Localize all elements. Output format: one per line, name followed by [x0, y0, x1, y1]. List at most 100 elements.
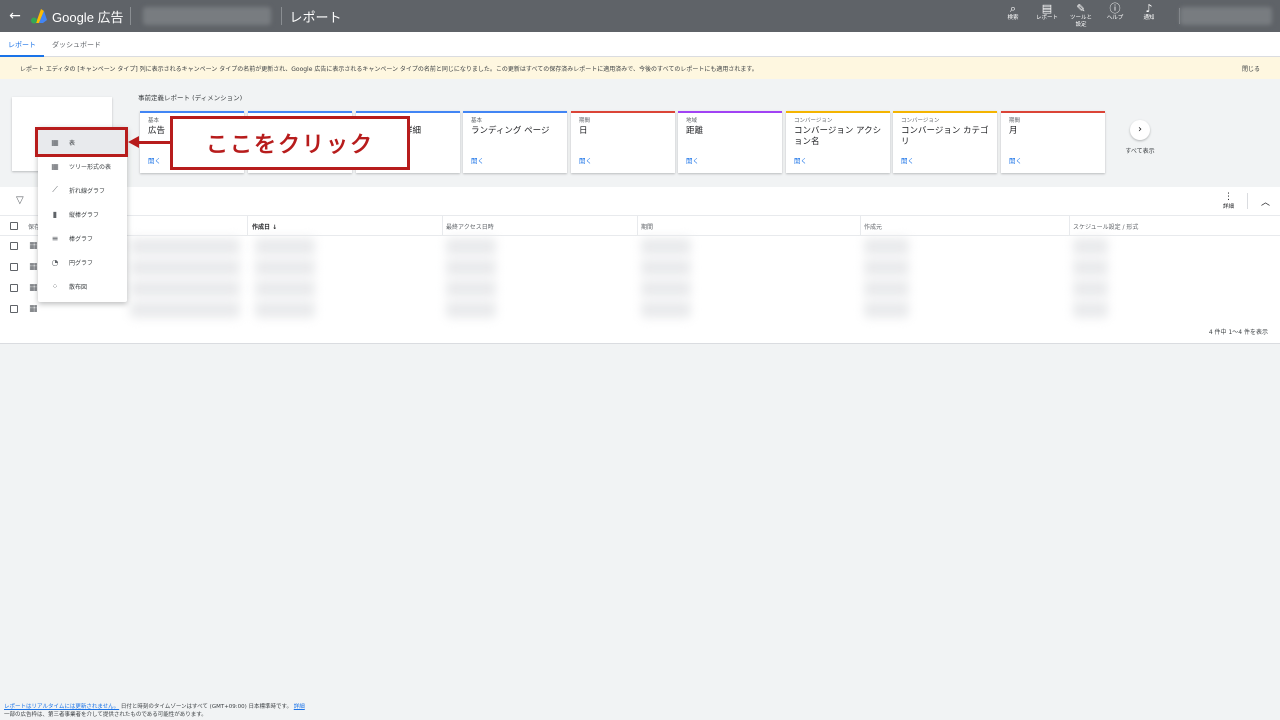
open-link[interactable]: 開く — [686, 155, 699, 165]
column-header[interactable]: スケジュール設定 / 形式 — [1073, 222, 1138, 231]
column-header[interactable]: 最終アクセス日時 — [446, 222, 494, 231]
open-link[interactable]: 開く — [794, 155, 807, 165]
bar-chart-icon: ≡ — [51, 233, 59, 243]
redacted-cell — [446, 259, 496, 276]
redacted-cell — [641, 301, 691, 318]
column-divider — [1069, 216, 1070, 236]
column-header[interactable]: 期間 — [641, 222, 653, 231]
redacted-cell — [255, 301, 315, 318]
brand-name: Google 広告 — [52, 9, 124, 25]
menu-item-column-chart[interactable]: ▮ 縦棒グラフ — [38, 202, 127, 226]
menu-item-label: 縦棒グラフ — [69, 211, 100, 219]
menu-item-line-chart[interactable]: ⟋ 折れ線グラフ — [38, 178, 127, 202]
report-card[interactable]: 地域 距離 開く — [678, 111, 782, 173]
divider — [1247, 193, 1248, 209]
search-button[interactable]: ⌕ 検索 — [996, 2, 1030, 29]
notifications-button[interactable]: ♪ 通知 — [1132, 2, 1166, 29]
menu-item-pie-chart[interactable]: ◔ 円グラフ — [38, 250, 127, 274]
menu-item-tree-table[interactable]: ▦ ツリー形式の表 — [38, 154, 127, 178]
redacted-cell — [641, 259, 691, 276]
table-row[interactable]: ▦ — [0, 236, 1280, 257]
redacted-cell — [864, 238, 909, 255]
menu-item-label: 棒グラフ — [69, 235, 94, 243]
table-row[interactable]: ▦ — [0, 299, 1280, 320]
table-icon: ▦ — [29, 283, 38, 293]
google-ads-logo-icon — [31, 9, 47, 24]
column-header-label: 作成日 — [252, 224, 271, 231]
account-menu-redacted[interactable] — [1180, 7, 1272, 25]
redacted-cell — [1073, 238, 1108, 255]
scatter-chart-icon: ⁘ — [51, 281, 59, 291]
search-icon: ⌕ — [1009, 2, 1017, 15]
tools-button[interactable]: ✎ ツールと 設定 — [1064, 2, 1098, 29]
tab-reports[interactable]: レポート — [0, 32, 44, 57]
redacted-cell — [1073, 280, 1108, 297]
menu-item-scatter-chart[interactable]: ⁘ 散布図 — [38, 274, 127, 298]
bell-icon: ♪ — [1145, 2, 1153, 15]
tab-bar: レポート ダッシュボード — [0, 32, 1280, 57]
annotation-highlight-box — [35, 127, 128, 157]
open-link[interactable]: 開く — [901, 155, 914, 165]
redacted-cell — [130, 301, 240, 318]
details-link[interactable]: 詳細 — [294, 704, 305, 710]
report-card[interactable]: 期間 月 開く — [1001, 111, 1105, 173]
chevron-up-icon[interactable]: ︿ — [1261, 195, 1270, 208]
filter-icon[interactable]: ▽ — [16, 195, 24, 206]
section-title: 事前定義レポート (ディメンション) — [138, 94, 243, 102]
table-icon: ▦ — [29, 304, 38, 314]
account-name-redacted[interactable] — [142, 7, 271, 25]
open-link[interactable]: 開く — [471, 155, 484, 165]
menu-item-bar-chart[interactable]: ≡ 棒グラフ — [38, 226, 127, 250]
open-link[interactable]: 開く — [1009, 155, 1022, 165]
column-chart-icon: ▮ — [52, 209, 58, 219]
arrow-left-icon[interactable]: ← — [0, 8, 30, 24]
more-details-button[interactable]: ⋮ 詳細 — [1223, 192, 1234, 210]
more-vert-icon: ⋮ — [1223, 192, 1233, 202]
table-row[interactable]: ▦ — [0, 257, 1280, 278]
table-row[interactable]: ▦ — [0, 278, 1280, 299]
redacted-cell — [130, 280, 240, 297]
table-icon: ▦ — [29, 241, 38, 251]
column-header-created[interactable]: 作成日 ↓ — [252, 222, 277, 231]
divider — [280, 7, 282, 25]
redacted-cell — [255, 280, 315, 297]
annotation-arrow-icon — [128, 136, 139, 148]
row-checkbox[interactable] — [10, 284, 18, 292]
row-checkbox[interactable] — [10, 305, 18, 313]
menu-item-label: 散布図 — [69, 283, 88, 291]
pie-chart-icon: ◔ — [51, 257, 59, 267]
redacted-cell — [1073, 301, 1108, 318]
redacted-cell — [641, 280, 691, 297]
tree-table-icon: ▦ — [51, 161, 59, 171]
show-all-label[interactable]: すべて表示 — [1120, 146, 1160, 155]
menu-item-label: ツリー形式の表 — [69, 163, 112, 171]
report-card[interactable]: 基本 ランディング ページ 開く — [463, 111, 567, 173]
row-checkbox[interactable] — [10, 242, 18, 250]
row-checkbox[interactable] — [10, 263, 18, 271]
menu-item-label: 折れ線グラフ — [69, 187, 106, 195]
annotation-arrow-line — [138, 141, 172, 144]
footer: レポートはリアルタイムには更新されません。 日付と時刻のタイムゾーンはすべて (… — [4, 703, 305, 719]
select-all-checkbox[interactable] — [10, 222, 18, 230]
open-link[interactable]: 開く — [579, 155, 592, 165]
column-divider — [442, 216, 443, 236]
chevron-right-icon[interactable]: › — [1130, 120, 1150, 140]
report-card[interactable]: コンバージョン コンバージョン アクション名 開く — [786, 111, 890, 173]
open-link[interactable]: 開く — [148, 155, 161, 165]
redacted-cell — [255, 259, 315, 276]
reports-icon: ▤ — [1041, 2, 1053, 15]
column-header[interactable]: 作成元 — [864, 222, 882, 231]
report-card[interactable]: 期間 日 開く — [571, 111, 675, 173]
menu-item-label: 円グラフ — [69, 259, 94, 267]
notice-banner: レポート エディタの [キャンペーン タイプ] 列に表示されるキャンペーン タイ… — [0, 57, 1280, 79]
reports-button[interactable]: ▤ レポート — [1030, 2, 1064, 29]
column-divider — [247, 216, 248, 236]
report-card[interactable]: コンバージョン コンバージョン カテゴリ 開く — [893, 111, 997, 173]
tab-dashboards[interactable]: ダッシュボード — [44, 32, 109, 57]
divider — [129, 7, 131, 25]
help-button[interactable]: ⓘ ヘルプ — [1098, 2, 1132, 29]
column-divider — [637, 216, 638, 236]
realtime-notice-link[interactable]: レポートはリアルタイムには更新されません。 — [4, 704, 119, 710]
redacted-cell — [130, 238, 240, 255]
banner-close-button[interactable]: 閉じる — [1242, 64, 1260, 73]
